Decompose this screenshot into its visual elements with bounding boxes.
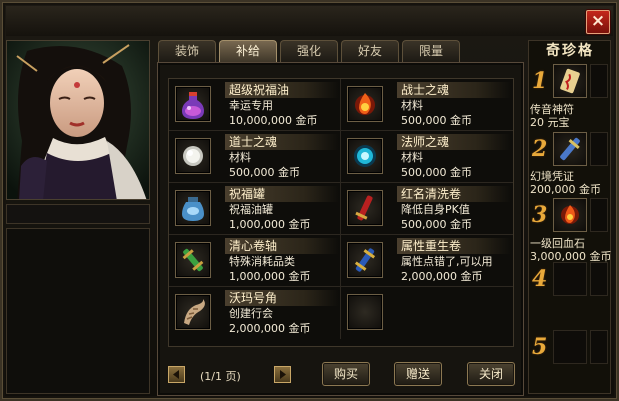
item-name: 祝福罐 (225, 186, 339, 202)
blue-scroll-icon (347, 242, 383, 278)
treasure-title: 奇珍格 (546, 43, 594, 59)
rank-number: 2 (532, 136, 548, 162)
treasure-side-slot (590, 330, 608, 364)
rank-number: 5 (532, 334, 548, 360)
item-cell[interactable]: 战士之魂 材料 500,000 金币 (341, 79, 513, 131)
warrior-soul-flame-icon (347, 86, 383, 122)
treasure-side-slot (590, 198, 608, 232)
gift-button[interactable]: 赠送 (394, 362, 442, 386)
prev-page-button[interactable] (168, 366, 185, 383)
item-desc: 特殊消耗品类 (229, 255, 295, 268)
shop-tabs: 装饰 补给 强化 好友 限量 (158, 40, 460, 62)
rank-number: 1 (532, 68, 548, 94)
item-price: 500,000 金币 (401, 114, 472, 127)
item-desc: 幸运专用 (229, 99, 273, 112)
item-price: 1,000,000 金币 (229, 270, 311, 283)
tab-friends[interactable]: 好友 (341, 40, 399, 62)
empty-slot[interactable] (553, 262, 587, 296)
close-button[interactable]: 关闭 (467, 362, 515, 386)
item-desc: 创建行会 (229, 307, 273, 320)
voucher-scroll-icon[interactable] (553, 132, 587, 166)
blessing-jar-icon (175, 190, 211, 226)
healing-stone-icon[interactable] (553, 198, 587, 232)
item-name: 道士之魂 (225, 134, 339, 150)
left-arrow-icon (173, 370, 179, 379)
item-cell[interactable]: 超级祝福油 幸运专用 10,000,000 金币 (169, 79, 341, 131)
item-name: 属性重生卷 (397, 238, 511, 254)
item-cell[interactable]: 祝福罐 祝福油罐 1,000,000 金币 (169, 183, 341, 235)
item-cell[interactable]: 法师之魂 材料 500,000 金币 (341, 131, 513, 183)
item-grid: 超级祝福油 幸运专用 10,000,000 金币 战士之魂 材料 500,000… (168, 78, 514, 347)
item-desc: 材料 (229, 151, 251, 164)
treasure-side-slot (590, 132, 608, 166)
tab-decoration[interactable]: 装饰 (158, 40, 216, 62)
item-cell[interactable]: 属性重生卷 属性点错了,可以用 2,000,000 金币 (341, 235, 513, 287)
mage-soul-orb-icon (347, 138, 383, 174)
buy-button[interactable]: 购买 (322, 362, 370, 386)
item-name: 法师之魂 (397, 134, 511, 150)
rank-number: 4 (532, 266, 548, 292)
item-cell[interactable]: 道士之魂 材料 500,000 金币 (169, 131, 341, 183)
item-price: 500,000 金币 (401, 218, 472, 231)
right-arrow-icon (280, 370, 286, 379)
tab-supply[interactable]: 补给 (219, 40, 277, 62)
empty-slot (347, 294, 383, 330)
item-price: 500,000 金币 (401, 166, 472, 179)
character-info-box (6, 228, 150, 394)
treasure-side-slot (590, 262, 608, 296)
woma-horn-icon (175, 294, 211, 330)
item-name: 红名清洗卷 (397, 186, 511, 202)
item-desc: 材料 (401, 99, 423, 112)
green-scroll-icon (175, 242, 211, 278)
item-cell[interactable]: 沃玛号角 创建行会 2,000,000 金币 (169, 287, 341, 339)
item-price: 2,000,000 金币 (229, 322, 311, 335)
talisman-icon[interactable] (553, 64, 587, 98)
item-desc: 材料 (401, 151, 423, 164)
tab-enhance[interactable]: 强化 (280, 40, 338, 62)
page-indicator: (1/1 页) (200, 370, 241, 383)
item-name: 超级祝福油 (225, 82, 339, 98)
taoist-soul-orb-icon (175, 138, 211, 174)
character-portrait (6, 40, 150, 200)
treasure-price: 20 元宝 (530, 116, 570, 129)
item-price: 2,000,000 金币 (401, 270, 483, 283)
item-cell[interactable]: 清心卷轴 特殊消耗品类 1,000,000 金币 (169, 235, 341, 287)
empty-slot[interactable] (553, 330, 587, 364)
item-cell-empty[interactable] (341, 287, 513, 339)
item-price: 1,000,000 金币 (229, 218, 311, 231)
item-desc: 祝福油罐 (229, 203, 273, 216)
item-desc: 属性点错了,可以用 (401, 255, 493, 268)
close-icon: × (590, 11, 606, 31)
treasure-price: 200,000 金币 (530, 183, 601, 196)
item-name: 沃玛号角 (225, 290, 339, 306)
close-window-button[interactable]: × (586, 10, 610, 34)
next-page-button[interactable] (274, 366, 291, 383)
red-scroll-icon (347, 190, 383, 226)
item-name: 清心卷轴 (225, 238, 339, 254)
bless-oil-potion-icon (175, 86, 211, 122)
item-price: 500,000 金币 (229, 166, 300, 179)
tab-limited[interactable]: 限量 (402, 40, 460, 62)
item-name: 战士之魂 (397, 82, 511, 98)
item-desc: 降低自身PK值 (401, 203, 470, 216)
item-price: 10,000,000 金币 (229, 114, 318, 127)
item-cell[interactable]: 红名清洗卷 降低自身PK值 500,000 金币 (341, 183, 513, 235)
rank-number: 3 (532, 202, 548, 228)
treasure-side-slot (590, 64, 608, 98)
character-name-bar (6, 204, 150, 224)
